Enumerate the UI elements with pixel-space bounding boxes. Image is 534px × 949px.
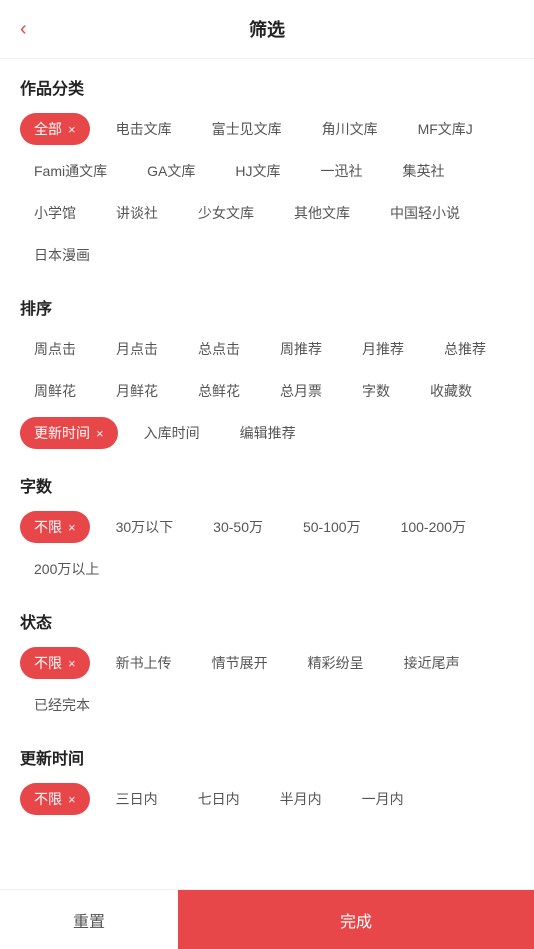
section-status: 状态不限× 新书上传情节展开精彩纷呈接近尾声已经完本 <box>20 609 514 721</box>
tag[interactable]: 集英社 <box>388 155 458 187</box>
tag-close-icon: × <box>68 122 76 137</box>
tag[interactable]: 半月内 <box>266 783 336 815</box>
tag[interactable]: 周鲜花 <box>20 375 90 407</box>
tag[interactable]: 月点击 <box>102 333 172 365</box>
tag[interactable]: 少女文库 <box>184 197 268 229</box>
section-sort: 排序周点击月点击总点击周推荐月推荐总推荐周鲜花月鲜花总鲜花总月票字数收藏数更新时… <box>20 295 514 449</box>
tag-row-status: 不限× 新书上传情节展开精彩纷呈接近尾声已经完本 <box>20 647 514 721</box>
tag[interactable]: 电击文库 <box>102 113 186 145</box>
tag[interactable]: 月推荐 <box>348 333 418 365</box>
section-title-wordcount: 字数 <box>20 473 514 497</box>
tag[interactable]: 接近尾声 <box>390 647 474 679</box>
tag[interactable]: 收藏数 <box>416 375 486 407</box>
section-update_time: 更新时间不限× 三日内七日内半月内一月内 <box>20 745 514 815</box>
tag-row-wordcount: 不限× 30万以下 30-50万 50-100万 100-200万 200万以上 <box>20 511 514 585</box>
tag[interactable]: 富士见文库 <box>198 113 296 145</box>
section-title-status: 状态 <box>20 609 514 633</box>
tag[interactable]: 总推荐 <box>430 333 500 365</box>
tag[interactable]: 精彩纷呈 <box>294 647 378 679</box>
footer: 重置 完成 <box>0 889 534 949</box>
header: ‹ 筛选 <box>0 0 534 59</box>
tag[interactable]: 不限× <box>20 511 90 543</box>
tag-row-update_time: 不限× 三日内七日内半月内一月内 <box>20 783 514 815</box>
tag[interactable]: 周点击 <box>20 333 90 365</box>
tag[interactable]: GA文库 <box>133 155 209 187</box>
tag[interactable]: Fami通文库 <box>20 155 121 187</box>
tag-close-icon: × <box>68 520 76 535</box>
tag[interactable]: 更新时间× <box>20 417 118 449</box>
tag[interactable]: 日本漫画 <box>20 239 104 271</box>
tag-row-category: 全部× 电击文库富士见文库角川文库 MF文库J Fami通文库 GA文库 HJ文库一迅社集… <box>20 113 514 271</box>
tag[interactable]: 一迅社 <box>306 155 376 187</box>
tag[interactable]: 总点击 <box>184 333 254 365</box>
tag[interactable]: 不限× <box>20 783 90 815</box>
tag[interactable]: HJ文库 <box>221 155 294 187</box>
tag[interactable]: 总月票 <box>266 375 336 407</box>
tag[interactable]: 总鲜花 <box>184 375 254 407</box>
screen: ‹ 筛选 作品分类全部× 电击文库富士见文库角川文库 MF文库J Fami通文库 GA文… <box>0 0 534 949</box>
tag[interactable]: 其他文库 <box>280 197 364 229</box>
tag[interactable]: 周推荐 <box>266 333 336 365</box>
tag[interactable]: 讲谈社 <box>102 197 172 229</box>
tag-close-icon: × <box>68 792 76 807</box>
back-button[interactable]: ‹ <box>20 18 27 41</box>
tag[interactable]: 字数 <box>348 375 404 407</box>
tag[interactable]: 新书上传 <box>102 647 186 679</box>
tag[interactable]: 角川文库 <box>308 113 392 145</box>
tag[interactable]: 50-100万 <box>289 511 375 543</box>
header-title: 筛选 <box>249 16 285 42</box>
tag[interactable]: 情节展开 <box>198 647 282 679</box>
tag[interactable]: 三日内 <box>102 783 172 815</box>
tag[interactable]: 一月内 <box>348 783 418 815</box>
confirm-button[interactable]: 完成 <box>178 890 534 949</box>
section-category: 作品分类全部× 电击文库富士见文库角川文库 MF文库J Fami通文库 GA文库 HJ文库… <box>20 75 514 271</box>
content: 作品分类全部× 电击文库富士见文库角川文库 MF文库J Fami通文库 GA文库 HJ文库… <box>0 59 534 889</box>
tag[interactable]: 小学馆 <box>20 197 90 229</box>
tag[interactable]: 月鲜花 <box>102 375 172 407</box>
tag-close-icon: × <box>68 656 76 671</box>
reset-button[interactable]: 重置 <box>0 890 178 949</box>
tag[interactable]: 七日内 <box>184 783 254 815</box>
tag[interactable]: 中国轻小说 <box>376 197 474 229</box>
section-title-sort: 排序 <box>20 295 514 319</box>
tag[interactable]: 编辑推荐 <box>226 417 310 449</box>
tag-close-icon: × <box>96 426 104 441</box>
tag[interactable]: 100-200万 <box>387 511 480 543</box>
tag[interactable]: 入库时间 <box>130 417 214 449</box>
tag[interactable]: 已经完本 <box>20 689 104 721</box>
tag[interactable]: 200万以上 <box>20 553 113 585</box>
tag[interactable]: MF文库J <box>404 113 487 145</box>
tag[interactable]: 30-50万 <box>199 511 277 543</box>
tag[interactable]: 全部× <box>20 113 90 145</box>
section-title-update_time: 更新时间 <box>20 745 514 769</box>
section-title-category: 作品分类 <box>20 75 514 99</box>
section-wordcount: 字数不限× 30万以下 30-50万 50-100万 100-200万 200万以上 <box>20 473 514 585</box>
tag-row-sort: 周点击月点击总点击周推荐月推荐总推荐周鲜花月鲜花总鲜花总月票字数收藏数更新时间×… <box>20 333 514 449</box>
tag[interactable]: 30万以下 <box>102 511 188 543</box>
tag[interactable]: 不限× <box>20 647 90 679</box>
